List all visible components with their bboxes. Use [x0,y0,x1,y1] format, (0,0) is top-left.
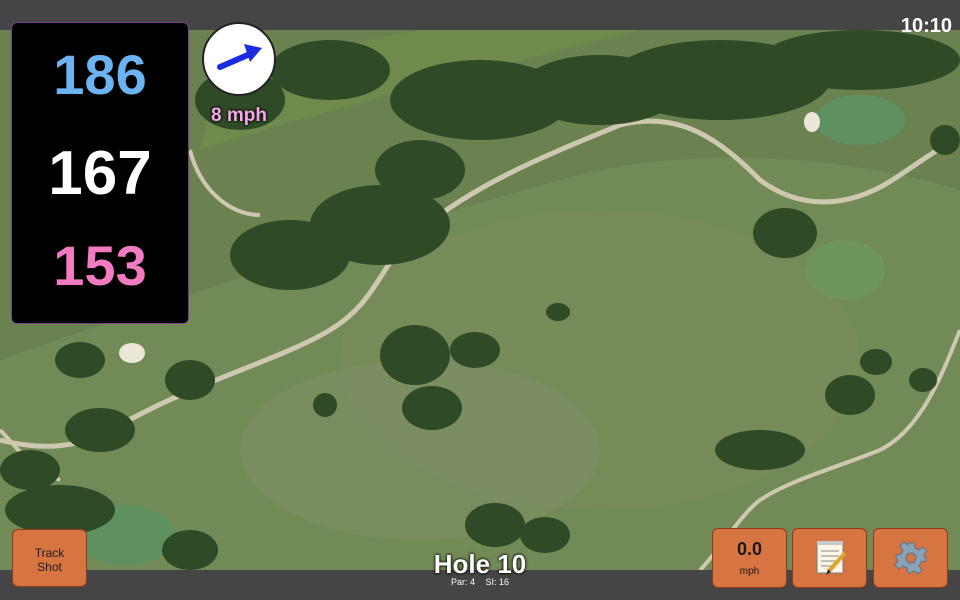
settings-button[interactable] [873,528,948,588]
yardage-panel: 186 167 153 [11,22,189,324]
notepad-icon [816,541,847,575]
hole-info: Par: 4 SI: 16 [380,577,580,587]
wind-speed-label: 8 mph [211,105,267,126]
hole-stroke-index: SI: 16 [485,577,510,587]
speed-button[interactable]: 0.0 mph [712,528,787,588]
front-yardage: 153 [53,234,147,297]
track-shot-label-line2: Shot [37,560,62,574]
track-shot-label-line1: Track [34,546,65,560]
clock: 10:10 [900,15,952,37]
hole-title: Hole 10 [433,549,527,579]
back-yardage: 186 [53,43,147,106]
speed-value: 0.0 [736,539,763,559]
gear-icon [894,541,928,575]
speed-unit: mph [739,566,760,577]
wind-indicator [202,22,276,96]
notes-button[interactable] [792,528,867,588]
hole-par: Par: 4 [450,577,475,587]
track-shot-button[interactable]: Track Shot [12,529,87,587]
wind-arrow-icon [217,44,262,70]
center-yardage: 167 [48,139,152,208]
